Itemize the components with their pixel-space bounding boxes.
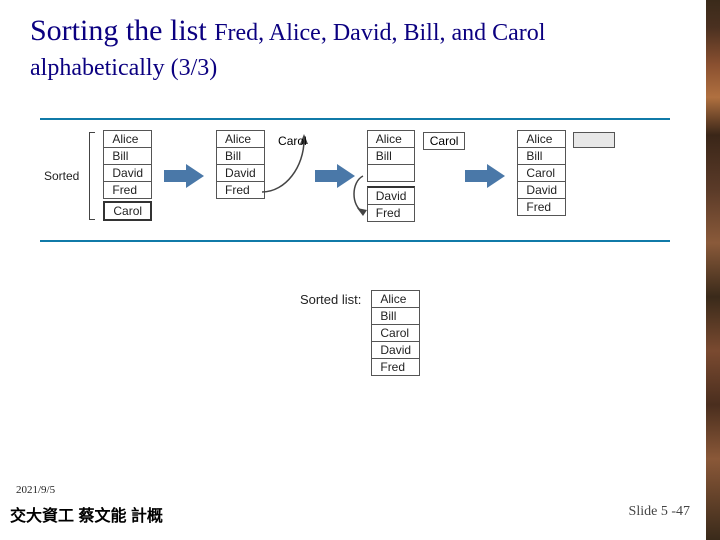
list-item: Bill <box>217 148 264 165</box>
empty-source-box <box>573 132 615 148</box>
list-item: Alice <box>217 131 264 148</box>
footer-author: 交大資工 蔡文能 計概 <box>10 502 163 526</box>
arrow-icon <box>164 164 204 188</box>
stage3-top-list: Alice Bill <box>367 130 416 182</box>
list-item: David <box>217 165 264 182</box>
arrow-icon <box>465 164 505 188</box>
list-item: Fred <box>518 199 565 215</box>
stage2-list: Alice Bill David Fred <box>216 130 265 199</box>
stage1-list: Alice Bill David Fred <box>103 130 152 199</box>
list-item: Bill <box>104 148 151 165</box>
slide-title: Sorting the list Fred, Alice, David, Bil… <box>30 14 680 83</box>
stage3-group: Alice Bill David Fred Carol <box>367 130 416 222</box>
list-item: Fred <box>372 359 419 375</box>
slide-number: Slide 5 -47 <box>629 504 690 520</box>
list-item: Fred <box>368 205 415 221</box>
sorted-result-row: Sorted list: Alice Bill Carol David Fred <box>0 290 720 376</box>
stage4-list: Alice Bill Carol David Fred <box>517 130 566 216</box>
list-item: Alice <box>518 131 565 148</box>
decorative-side-strip <box>706 0 720 540</box>
empty-cell <box>368 165 415 181</box>
list-item: Alice <box>372 291 419 308</box>
stage1-group: Alice Bill David Fred Carol <box>103 130 152 221</box>
list-item: David <box>368 188 415 205</box>
stage2-group: Alice Bill David Fred Carol <box>216 130 265 199</box>
list-item: David <box>104 165 151 182</box>
list-item: Bill <box>368 148 415 165</box>
sorting-diagram: Sorted Alice Bill David Fred Carol Alice… <box>40 118 670 242</box>
sorting-row: Sorted Alice Bill David Fred Carol Alice… <box>40 118 670 242</box>
title-names: Fred, Alice, David, Bill, and Carol <box>214 20 545 46</box>
list-item: David <box>518 182 565 199</box>
sorted-list-label: Sorted list: <box>300 292 361 307</box>
list-item: Alice <box>104 131 151 148</box>
stage3-bottom-list: David Fred <box>367 186 416 222</box>
list-item: Alice <box>368 131 415 148</box>
list-item: Bill <box>372 308 419 325</box>
stage4-group: Alice Bill Carol David Fred <box>517 130 566 216</box>
list-item: Carol <box>518 165 565 182</box>
title-main: Sorting the list <box>30 14 214 47</box>
sorted-label: Sorted <box>44 169 79 183</box>
list-item: Fred <box>104 182 151 198</box>
title-line2: alphabetically (3/3) <box>30 55 217 81</box>
sorted-bracket <box>89 132 95 220</box>
list-item: David <box>372 342 419 359</box>
footer-date: 2021/9/5 <box>16 484 55 496</box>
pivot-item: Carol <box>103 201 152 221</box>
carol-floating: Carol <box>278 134 307 148</box>
list-item: Bill <box>518 148 565 165</box>
carol-insert-box: Carol <box>423 132 466 150</box>
arrow-icon <box>315 164 355 188</box>
list-item: Fred <box>217 182 264 198</box>
final-sorted-list: Alice Bill Carol David Fred <box>371 290 420 376</box>
stage3-stack: Alice Bill David Fred <box>367 130 416 222</box>
list-item: Carol <box>372 325 419 342</box>
